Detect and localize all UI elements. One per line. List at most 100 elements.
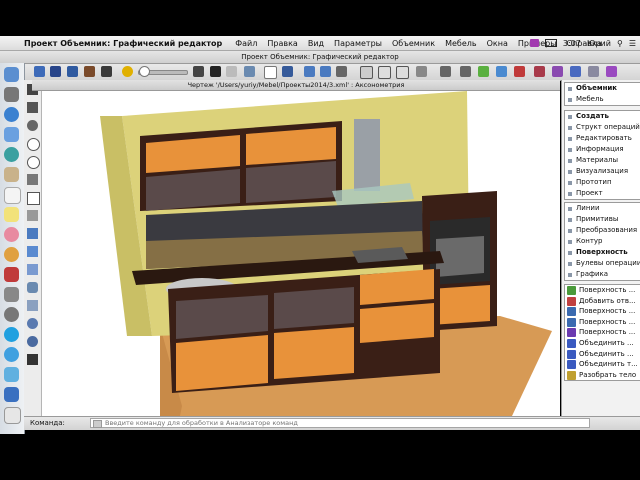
- box-red-icon[interactable]: [534, 66, 545, 77]
- maps-icon[interactable]: [4, 367, 19, 382]
- safari-icon[interactable]: [4, 107, 19, 122]
- tool-surface-2[interactable]: Поверхность ...: [565, 306, 640, 317]
- tool-surface-1[interactable]: Поверхность ...: [565, 285, 640, 296]
- itunes-icon[interactable]: [4, 227, 19, 242]
- tool-merge-1[interactable]: Объединить ...: [565, 338, 640, 349]
- texture-icon[interactable]: [101, 66, 112, 77]
- render-icon[interactable]: [84, 66, 95, 77]
- menu-furniture[interactable]: Мебель: [445, 39, 477, 48]
- messages-icon[interactable]: [4, 347, 19, 362]
- app-name[interactable]: Проект Объемник: Графический редактор: [24, 39, 222, 48]
- menulet-icon[interactable]: [529, 39, 539, 47]
- light-icon[interactable]: [122, 66, 133, 77]
- calendar-icon[interactable]: [4, 187, 21, 204]
- box-blue-icon[interactable]: [570, 66, 581, 77]
- panel-item-visualization[interactable]: Визуализация: [565, 166, 640, 177]
- panel-item-prototype[interactable]: Прототип: [565, 177, 640, 188]
- panel-item-graphics[interactable]: Графика: [565, 269, 640, 280]
- user-name[interactable]: Юрий: [587, 39, 611, 48]
- panel-item-lines[interactable]: Линии: [565, 203, 640, 214]
- drawer-mid-bottom[interactable]: [274, 327, 354, 379]
- menu-parameters[interactable]: Параметры: [334, 39, 382, 48]
- books-icon[interactable]: [4, 267, 19, 282]
- cube-wire-icon[interactable]: [67, 66, 78, 77]
- ellipse-icon[interactable]: [27, 156, 40, 169]
- tool-surface-3[interactable]: Поверхность ...: [565, 317, 640, 328]
- axis-icon[interactable]: [514, 66, 525, 77]
- panel-item-volume[interactable]: Объемник: [565, 83, 640, 94]
- documents-icon[interactable]: [4, 407, 21, 424]
- zoom-in-icon[interactable]: [416, 66, 427, 77]
- cursor-icon[interactable]: [378, 66, 391, 79]
- app-store-icon[interactable]: [4, 287, 19, 302]
- menu-windows[interactable]: Окна: [487, 39, 508, 48]
- panel-item-create[interactable]: Создать: [565, 111, 640, 122]
- tool-surface-4[interactable]: Поверхность ...: [565, 327, 640, 338]
- select-icon[interactable]: [396, 66, 409, 79]
- shade-icon[interactable]: [193, 66, 204, 77]
- box-violet-icon[interactable]: [606, 66, 617, 77]
- torus-icon[interactable]: [27, 336, 38, 347]
- panel-item-op-structure[interactable]: Структ операций: [565, 122, 640, 133]
- tool-add-hole[interactable]: Добавить отв...: [565, 296, 640, 307]
- photos-icon[interactable]: [4, 247, 19, 262]
- extrude-icon[interactable]: [27, 228, 38, 239]
- line-icon[interactable]: [27, 102, 38, 113]
- tool-merge-2[interactable]: Объединить ...: [565, 349, 640, 360]
- skype-icon[interactable]: [4, 327, 19, 342]
- shade-light-icon[interactable]: [226, 66, 237, 77]
- drawing-canvas[interactable]: [42, 91, 560, 416]
- command-dropdown-icon[interactable]: [93, 420, 102, 428]
- battery-icon[interactable]: [544, 39, 557, 47]
- spotlight-icon[interactable]: ⚲: [617, 39, 623, 48]
- panel-item-furniture[interactable]: Мебель: [565, 94, 640, 105]
- sphere-icon[interactable]: [27, 318, 38, 329]
- box-grey-icon[interactable]: [588, 66, 599, 77]
- contacts-icon[interactable]: [4, 167, 19, 182]
- grid-green-icon[interactable]: [478, 66, 489, 77]
- text-icon[interactable]: [27, 354, 38, 365]
- cube-icon[interactable]: [34, 66, 45, 77]
- menu-view[interactable]: Вид: [308, 39, 324, 48]
- downloads-icon[interactable]: [4, 387, 19, 402]
- command-input[interactable]: [90, 418, 590, 428]
- arc-icon[interactable]: [27, 120, 38, 131]
- clock[interactable]: 3:07: [563, 39, 581, 48]
- system-prefs-icon[interactable]: [4, 307, 19, 322]
- rotate-icon[interactable]: [460, 66, 471, 77]
- glass-door-right[interactable]: [246, 161, 336, 203]
- mail-icon[interactable]: [4, 127, 19, 142]
- lower-glass-right[interactable]: [274, 287, 354, 329]
- menu-edit[interactable]: Правка: [267, 39, 297, 48]
- panel-item-info[interactable]: Информация: [565, 144, 640, 155]
- rectangle-icon[interactable]: [27, 192, 40, 205]
- notification-icon[interactable]: ☰: [629, 39, 636, 48]
- panel-item-primitives[interactable]: Примитивы: [565, 214, 640, 225]
- kitchen-render[interactable]: [42, 91, 560, 416]
- drawer-left-bottom[interactable]: [176, 335, 268, 391]
- undo-icon[interactable]: [304, 66, 315, 77]
- spline-icon[interactable]: [27, 174, 38, 185]
- revolve-icon[interactable]: [27, 246, 38, 257]
- measure-icon[interactable]: [336, 66, 347, 77]
- menu-volume[interactable]: Объемник: [392, 39, 435, 48]
- launchpad-icon[interactable]: [4, 87, 19, 102]
- circle-icon[interactable]: [27, 138, 40, 151]
- shade-dark-icon[interactable]: [210, 66, 221, 77]
- finder-icon[interactable]: [4, 67, 19, 82]
- facetime-icon[interactable]: [4, 147, 19, 162]
- cylinder-icon[interactable]: [27, 282, 38, 293]
- polygon-icon[interactable]: [27, 210, 38, 221]
- tool-merge-3[interactable]: Объединить т...: [565, 359, 640, 370]
- grid-blue-icon[interactable]: [496, 66, 507, 77]
- panel-item-boolean[interactable]: Булевы операции: [565, 258, 640, 269]
- panel-item-materials[interactable]: Материалы: [565, 155, 640, 166]
- pan-icon[interactable]: [440, 66, 451, 77]
- image-icon[interactable]: [244, 66, 255, 77]
- tool-split-body[interactable]: Разобрать тело: [565, 370, 640, 381]
- cube-solid-icon[interactable]: [50, 66, 61, 77]
- panel-item-edit[interactable]: Редактировать: [565, 133, 640, 144]
- new-file-icon[interactable]: [264, 66, 277, 79]
- box-purple-icon[interactable]: [552, 66, 563, 77]
- save-icon[interactable]: [282, 66, 293, 77]
